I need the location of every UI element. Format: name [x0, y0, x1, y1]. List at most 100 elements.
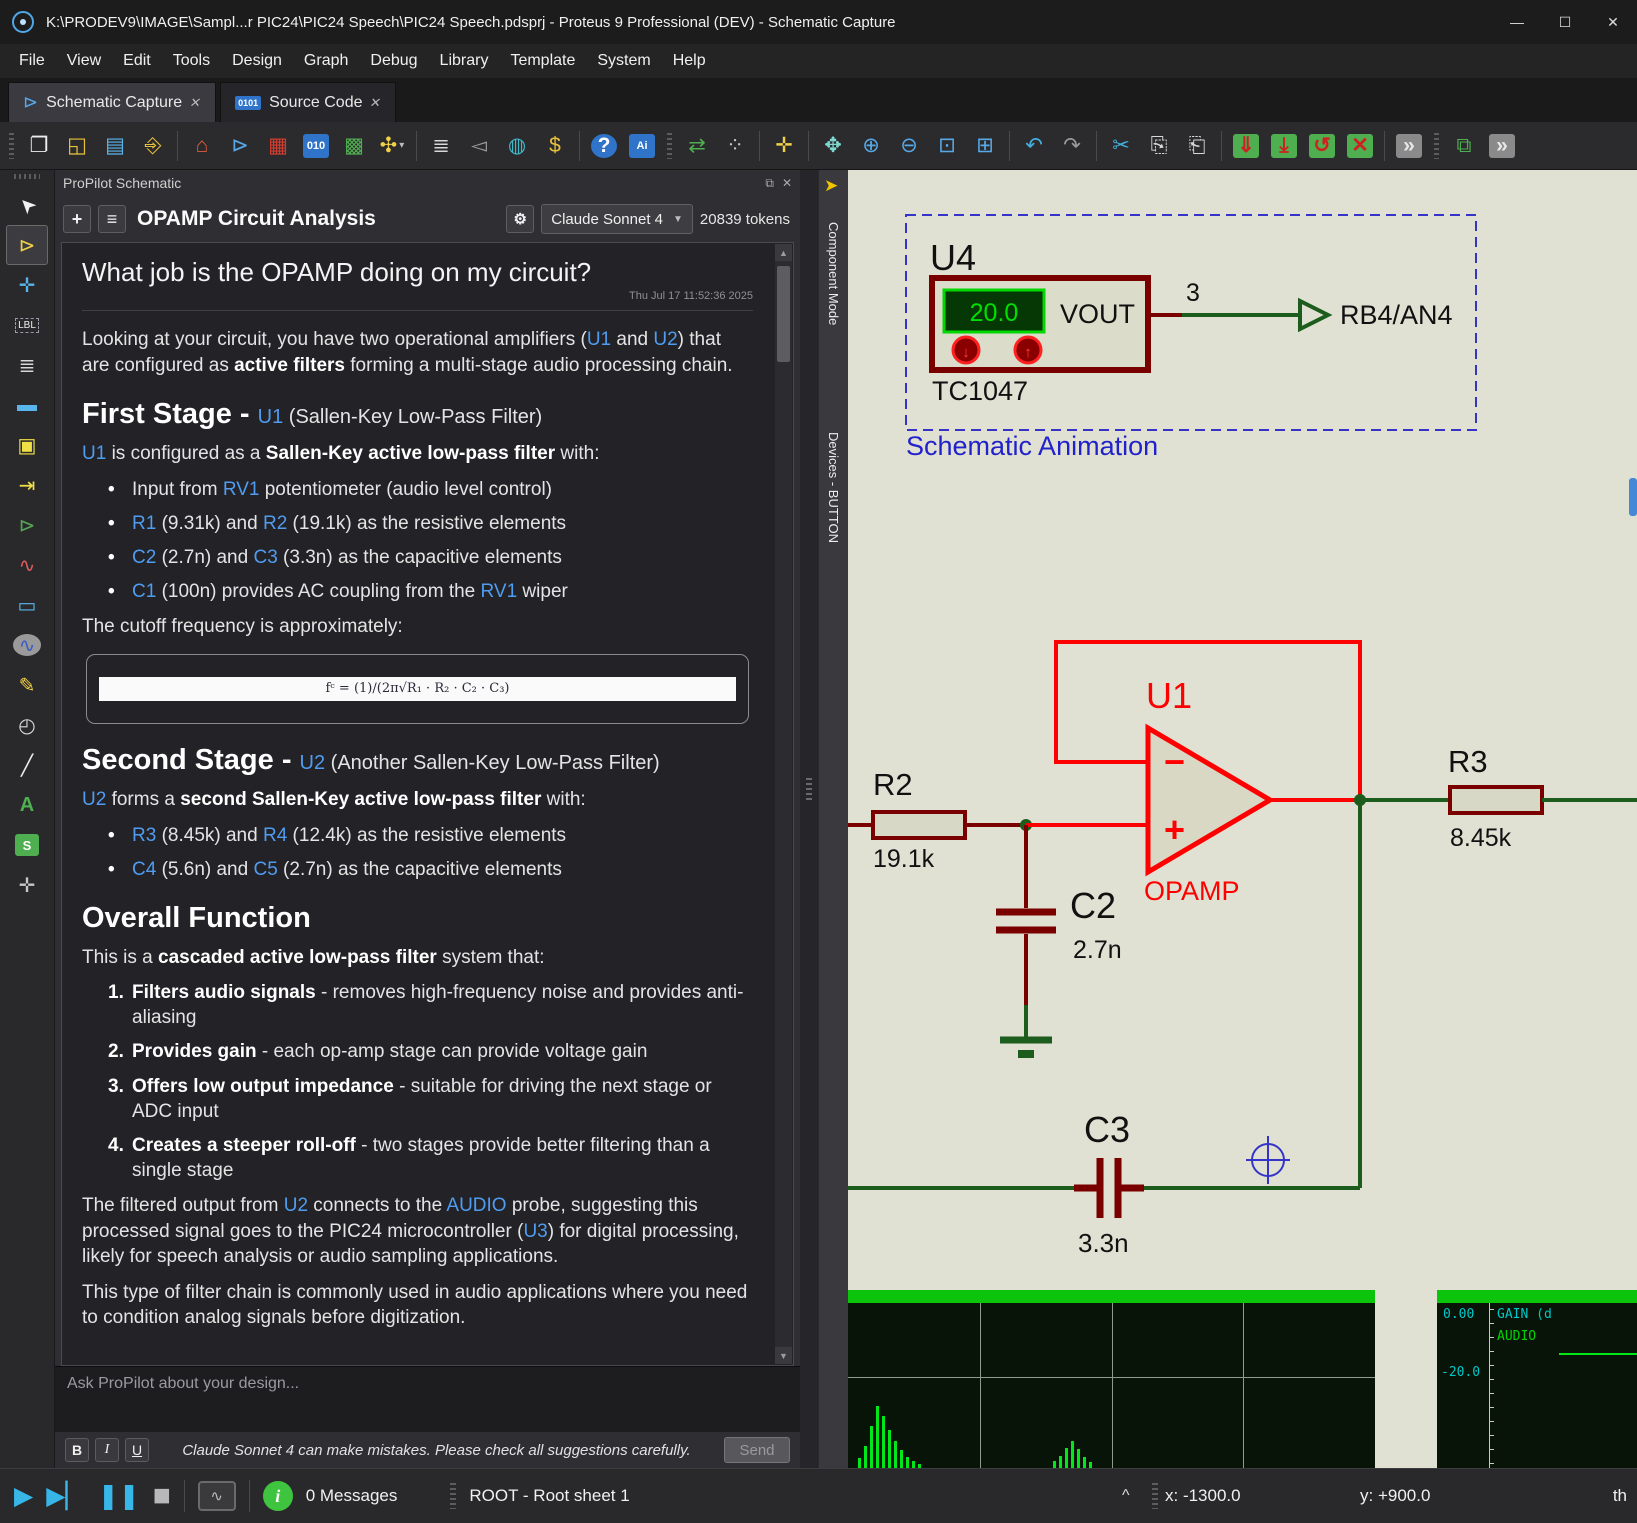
pcb-layout-mode-icon[interactable]: ▦	[260, 128, 296, 164]
component-r3[interactable]: R3 8.45k	[1360, 744, 1637, 852]
play-button[interactable]: ▶	[14, 1481, 33, 1511]
play-step-button[interactable]: ▶▏	[46, 1481, 84, 1511]
toolbar-grip[interactable]	[667, 133, 672, 159]
component-link[interactable]: R1	[132, 513, 156, 534]
wire-label-mode-icon[interactable]: LBL	[6, 305, 48, 345]
redo-icon[interactable]: ↷	[1054, 128, 1090, 164]
component-link[interactable]: C3	[253, 547, 277, 568]
schematic-canvas[interactable]: U4 20.0 ↓ ↑ VOUT 3 RB4/AN4 TC1047 Schema…	[848, 170, 1637, 1468]
send-button[interactable]: Send	[724, 1437, 790, 1463]
component-link[interactable]: U1	[82, 443, 106, 464]
menu-help[interactable]: Help	[662, 48, 717, 74]
2d-line-mode-icon[interactable]: ╱	[6, 745, 48, 785]
zoom-extents-icon[interactable]: ✣▾	[374, 128, 410, 164]
selection-mode-icon[interactable]: ➤	[6, 185, 48, 225]
minimize-button[interactable]: —	[1493, 0, 1541, 44]
tab-close-icon[interactable]: ✕	[369, 95, 383, 111]
pause-button[interactable]: ❚❚	[98, 1481, 140, 1511]
caret-indicator[interactable]: ^	[1122, 1487, 1130, 1505]
component-link[interactable]: C2	[132, 547, 156, 568]
block-delete-icon[interactable]: ✕	[1342, 128, 1378, 164]
oscilloscope-icon[interactable]: ∿	[198, 1481, 236, 1511]
zoom-out-icon[interactable]: ⊖	[891, 128, 927, 164]
component-link[interactable]: C4	[132, 859, 156, 880]
component-u1-opamp[interactable]: U1 − + OPAMP	[1056, 642, 1360, 906]
terminals-mode-icon[interactable]: ⇥	[6, 465, 48, 505]
component-c3[interactable]: C3 3.3n	[1074, 1109, 1144, 1258]
design-explorer-icon[interactable]: ≣	[423, 128, 459, 164]
generator-mode-icon[interactable]: ∿	[6, 625, 48, 665]
buses-mode-icon[interactable]: ▬	[6, 385, 48, 425]
maximize-button[interactable]: ☐	[1541, 0, 1589, 44]
subcircuit-mode-icon[interactable]: ▣	[6, 425, 48, 465]
tab-close-icon[interactable]: ✕	[188, 95, 202, 111]
help-icon[interactable]: ?	[586, 128, 622, 164]
menu-file[interactable]: File	[8, 48, 56, 74]
tab-component-mode[interactable]: Component Mode	[826, 222, 841, 325]
close-button[interactable]: ✕	[1589, 0, 1637, 44]
refresh-netlist-icon[interactable]: ⇄	[679, 128, 715, 164]
block-move-icon[interactable]: ⤓	[1266, 128, 1302, 164]
component-link[interactable]: RV1	[223, 479, 260, 500]
schematic-capture-mode-icon[interactable]: ⊳	[222, 128, 258, 164]
source-code-mode-icon[interactable]: 010	[298, 128, 334, 164]
home-page-icon[interactable]: ⌂	[184, 128, 220, 164]
menu-template[interactable]: Template	[499, 48, 586, 74]
component-link[interactable]: U2	[284, 1195, 308, 1216]
menu-edit[interactable]: Edit	[112, 48, 162, 74]
device-pins-mode-icon[interactable]: ⊳	[6, 505, 48, 545]
script-caption[interactable]: Schematic Animation	[906, 431, 1158, 461]
2d-marker-mode-icon[interactable]: ✛	[6, 865, 48, 905]
zoom-area-icon[interactable]: ⊡	[929, 128, 965, 164]
navigate-back-icon[interactable]: ◅	[461, 128, 497, 164]
pan-icon[interactable]: ✥	[815, 128, 851, 164]
more-tools-2-icon[interactable]: »	[1484, 128, 1520, 164]
2d-symbol-mode-icon[interactable]: S	[6, 825, 48, 865]
component-link[interactable]: U2	[300, 752, 326, 774]
web-search-icon[interactable]: ◍	[499, 128, 535, 164]
canvas-scrollbar-thumb[interactable]	[1629, 478, 1637, 516]
component-link[interactable]: U1	[258, 406, 284, 428]
2d-text-mode-icon[interactable]: A	[6, 785, 48, 825]
toolbar-grip[interactable]	[9, 133, 14, 159]
model-select[interactable]: Claude Sonnet 4 ▼	[541, 204, 693, 234]
stop-button[interactable]: ■	[153, 1479, 171, 1513]
zoom-sheet-icon[interactable]: ⊞	[967, 128, 1003, 164]
component-r2[interactable]: R2 19.1k	[848, 767, 1026, 873]
graph-title-bar[interactable]	[1437, 1290, 1637, 1303]
origin-icon[interactable]: ✛	[766, 128, 802, 164]
component-u4-tc1047[interactable]: 20.0 ↓ ↑ VOUT	[932, 278, 1148, 370]
tab-devices-button[interactable]: Devices - BUTTON	[826, 432, 841, 543]
cut-icon[interactable]: ✂	[1103, 128, 1139, 164]
open-project-icon[interactable]: ◱	[59, 128, 95, 164]
new-chat-button[interactable]: +	[63, 205, 91, 233]
scroll-down-icon[interactable]: ▼	[775, 1347, 792, 1364]
paste-icon[interactable]: ⎗	[1179, 128, 1215, 164]
schematic-drawing[interactable]: U4 20.0 ↓ ↑ VOUT 3 RB4/AN4 TC1047 Schema…	[848, 170, 1637, 1290]
current-probe-mode-icon[interactable]: ◴	[6, 705, 48, 745]
menu-graph[interactable]: Graph	[293, 48, 359, 74]
graph-title-bar[interactable]	[848, 1290, 1375, 1303]
bold-button[interactable]: B	[65, 1438, 89, 1462]
menu-design[interactable]: Design	[221, 48, 293, 74]
component-link[interactable]: R3	[132, 825, 156, 846]
component-link[interactable]: U3	[523, 1221, 547, 1242]
menu-tools[interactable]: Tools	[162, 48, 221, 74]
menu-view[interactable]: View	[56, 48, 112, 74]
block-rotate-icon[interactable]: ↺	[1304, 128, 1340, 164]
3d-board-mode-icon[interactable]: ▩	[336, 128, 372, 164]
close-panel-icon[interactable]: ✕	[782, 176, 792, 191]
component-link[interactable]: R2	[263, 513, 287, 534]
toolbar-grip[interactable]	[14, 174, 40, 179]
frequency-graph-window[interactable]	[848, 1290, 1375, 1468]
copy-icon[interactable]: ⎘	[1141, 128, 1177, 164]
toggle-grid-icon[interactable]: ⁘	[717, 128, 753, 164]
terminal-arrow-icon[interactable]	[1300, 301, 1328, 329]
chat-menu-button[interactable]: ≡	[98, 205, 126, 233]
component-c2[interactable]: C2 2.7n	[996, 825, 1122, 1005]
chat-transcript[interactable]: What job is the OPAMP doing on my circui…	[61, 242, 794, 1366]
component-link[interactable]: U1	[587, 329, 611, 350]
component-mode-icon[interactable]: ⊳	[6, 225, 48, 265]
junction-dot-mode-icon[interactable]: ✛	[6, 265, 48, 305]
component-link[interactable]: R4	[263, 825, 287, 846]
